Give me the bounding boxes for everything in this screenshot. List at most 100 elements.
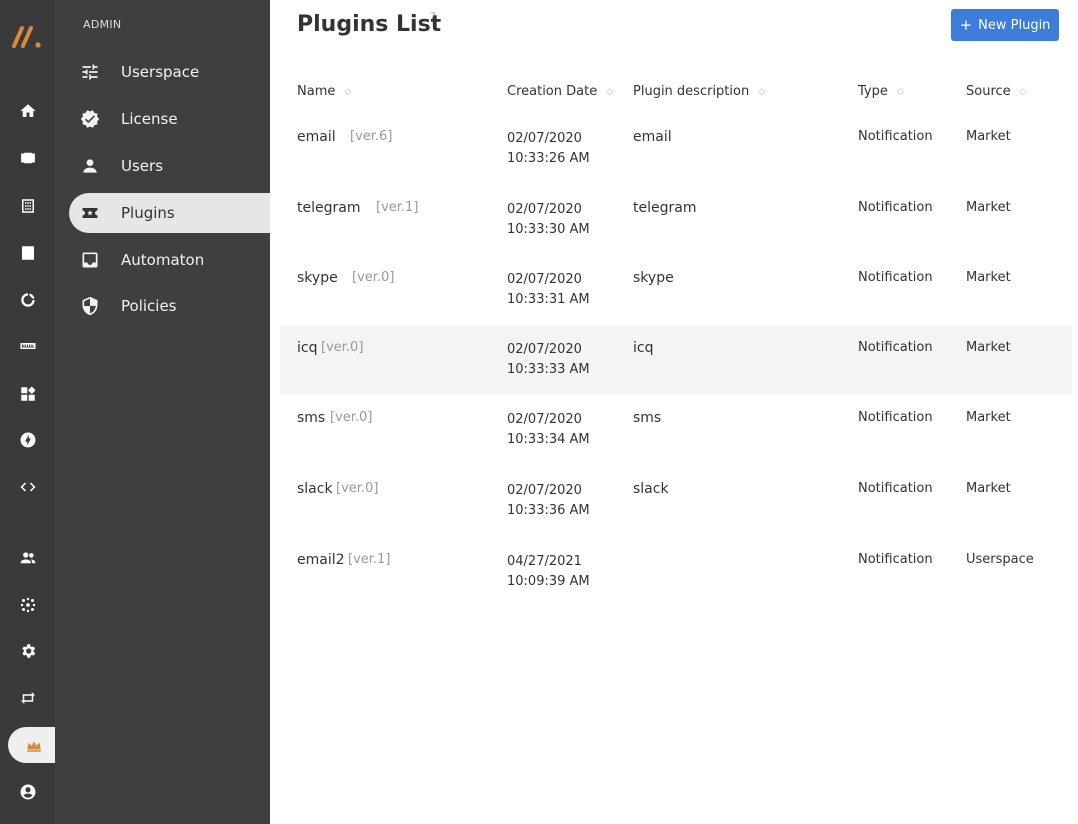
plugin-name[interactable]: sms <box>297 410 325 426</box>
column-header-source[interactable]: Source ◇ <box>966 84 1027 99</box>
user-icon <box>79 155 101 177</box>
plugins-count: 7 <box>430 12 436 22</box>
plugin-version: [ver.6] <box>350 129 393 144</box>
time-value: 10:09:39 AM <box>507 574 590 589</box>
plugin-type: Notification <box>858 552 933 567</box>
plugin-version: [ver.0] <box>321 340 364 355</box>
sort-icon: ◇ <box>758 86 766 97</box>
column-header-creation-date[interactable]: Creation Date ◇ <box>507 84 613 99</box>
plugin-type: Notification <box>858 129 933 144</box>
swap-icon[interactable] <box>0 680 55 716</box>
sidebar-item-license[interactable]: License <box>69 99 270 139</box>
creation-date: 02/07/2020 10:33:34 AM <box>507 410 590 450</box>
circle-icon[interactable] <box>0 282 55 318</box>
sort-icon: ◇ <box>1019 86 1027 97</box>
section-label-admin: ADMIN <box>83 18 122 31</box>
table-row[interactable]: email2 [ver.1] 04/27/2021 10:09:39 AM No… <box>280 540 1072 610</box>
time-value: 10:33:26 AM <box>507 151 590 166</box>
sort-icon: ◇ <box>606 86 614 97</box>
creation-date: 04/27/2021 10:09:39 AM <box>507 552 590 592</box>
plugin-description: sms <box>633 410 662 426</box>
crown-icon[interactable] <box>8 727 59 763</box>
column-label: Creation Date <box>507 84 598 99</box>
icon-rail <box>0 0 59 824</box>
plugin-name[interactable]: skype <box>297 270 338 286</box>
main-content: Plugins List 7 + New Plugin Name ◇ Creati… <box>270 0 1078 824</box>
plugin-type: Notification <box>858 340 933 355</box>
plugin-name[interactable]: telegram <box>297 200 360 216</box>
plugin-description: skype <box>633 270 674 286</box>
creation-date: 02/07/2020 10:33:33 AM <box>507 340 590 380</box>
plugin-description: icq <box>633 340 654 356</box>
plugin-description: telegram <box>633 200 697 216</box>
table-row[interactable]: icq [ver.0] 02/07/2020 10:33:33 AM icq N… <box>280 325 1072 395</box>
time-value: 10:33:34 AM <box>507 432 590 447</box>
sidebar-item-label: Automaton <box>121 251 205 269</box>
column-header-type[interactable]: Type ◇ <box>858 84 904 99</box>
sidebar-item-users[interactable]: Users <box>69 146 270 186</box>
plugin-type: Notification <box>858 200 933 215</box>
logo-icon[interactable] <box>10 18 46 54</box>
sidebar-item-userspace[interactable]: Userspace <box>69 52 270 92</box>
date-value: 02/07/2020 <box>507 272 582 287</box>
bolt-icon[interactable] <box>0 422 55 458</box>
plugin-name[interactable]: slack <box>297 481 333 497</box>
creation-date: 02/07/2020 10:33:26 AM <box>507 129 590 169</box>
ruler-icon[interactable] <box>0 328 55 364</box>
group-icon[interactable] <box>0 540 55 576</box>
sidebar-item-label: License <box>121 110 178 128</box>
plugin-name[interactable]: email2 <box>297 552 345 568</box>
archive-icon[interactable] <box>0 235 55 271</box>
table-row[interactable]: email [ver.6] 02/07/2020 10:33:26 AM ema… <box>280 117 1072 187</box>
table-row[interactable]: skype [ver.0] 02/07/2020 10:33:31 AM sky… <box>280 258 1072 328</box>
plugin-source: Market <box>966 340 1011 355</box>
date-value: 02/07/2020 <box>507 202 582 217</box>
sidebar-item-label: Userspace <box>121 63 200 81</box>
plugin-source: Market <box>966 200 1011 215</box>
table-row[interactable]: slack [ver.0] 02/07/2020 10:33:36 AM sla… <box>280 469 1072 539</box>
plugin-name[interactable]: email <box>297 129 336 145</box>
sliders-icon <box>79 61 101 83</box>
plugin-description: slack <box>633 481 669 497</box>
code-icon[interactable] <box>0 469 55 505</box>
table-row[interactable]: telegram [ver.1] 02/07/2020 10:33:30 AM … <box>280 188 1072 258</box>
table-row[interactable]: sms [ver.0] 02/07/2020 10:33:34 AM sms N… <box>280 398 1072 468</box>
plugin-name[interactable]: icq <box>297 340 317 356</box>
cube-icon[interactable] <box>0 140 55 176</box>
creation-date: 02/07/2020 10:33:31 AM <box>507 270 590 310</box>
admin-sidebar: ADMIN Userspace License Users Plugins Au… <box>55 0 270 824</box>
plugin-version: [ver.0] <box>352 270 395 285</box>
creation-date: 02/07/2020 10:33:30 AM <box>507 200 590 240</box>
verified-icon <box>79 108 101 130</box>
grid-icon[interactable] <box>0 188 55 224</box>
home-icon[interactable] <box>0 93 55 129</box>
widgets-icon[interactable] <box>0 376 55 412</box>
plugin-icon <box>79 202 101 224</box>
sidebar-item-automaton[interactable]: Automaton <box>69 240 270 280</box>
date-value: 02/07/2020 <box>507 342 582 357</box>
settings-icon[interactable] <box>0 633 55 669</box>
column-label: Source <box>966 84 1011 99</box>
new-plugin-label: New Plugin <box>978 17 1051 33</box>
column-header-name[interactable]: Name ◇ <box>297 84 351 99</box>
sort-icon: ◇ <box>896 86 904 97</box>
sidebar-item-label: Users <box>121 157 164 175</box>
plugin-source: Userspace <box>966 552 1034 567</box>
scatter-icon[interactable] <box>0 587 55 623</box>
time-value: 10:33:30 AM <box>507 222 590 237</box>
plugin-source: Market <box>966 129 1011 144</box>
inbox-icon <box>79 249 101 271</box>
plugin-description: email <box>633 129 672 145</box>
sidebar-item-plugins[interactable]: Plugins <box>69 193 270 233</box>
creation-date: 02/07/2020 10:33:36 AM <box>507 481 590 521</box>
column-header-description[interactable]: Plugin description ◇ <box>633 84 765 99</box>
time-value: 10:33:33 AM <box>507 362 590 377</box>
page-title: Plugins List <box>297 12 442 37</box>
account-icon[interactable] <box>0 774 55 810</box>
plugin-type: Notification <box>858 481 933 496</box>
new-plugin-button[interactable]: + New Plugin <box>951 9 1059 41</box>
sidebar-item-policies[interactable]: Policies <box>69 286 270 326</box>
column-label: Type <box>858 84 888 99</box>
shield-icon <box>79 295 101 317</box>
date-value: 02/07/2020 <box>507 483 582 498</box>
